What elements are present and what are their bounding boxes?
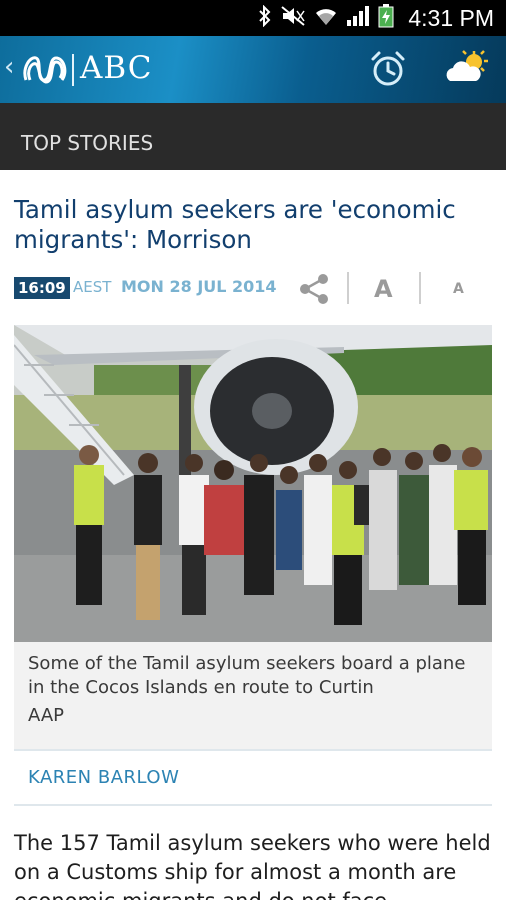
- weather-icon[interactable]: [444, 49, 488, 89]
- abc-logo[interactable]: [22, 50, 70, 88]
- signal-icon: [346, 5, 370, 31]
- photo-illustration: [14, 325, 492, 642]
- section-title[interactable]: TOP STORIES: [21, 131, 153, 155]
- alarm-clock-icon[interactable]: [369, 50, 407, 88]
- article-timezone: AEST: [73, 278, 112, 296]
- battery-icon: [378, 4, 394, 32]
- article-time: 16:09: [14, 277, 70, 299]
- byline-box: KAREN BARLOW: [14, 753, 492, 806]
- logo-divider: [72, 54, 74, 86]
- font-size-large-button[interactable]: A: [374, 275, 393, 303]
- wifi-icon: [314, 5, 338, 31]
- article-headline: Tamil asylum seekers are 'economic migra…: [14, 195, 456, 254]
- font-size-small-button[interactable]: A: [453, 281, 464, 297]
- article-body: The 157 Tamil asylum seekers who were he…: [14, 831, 491, 900]
- article-date: MON 28 JUL 2014: [121, 277, 277, 296]
- photo-caption-box: Some of the Tamil asylum seekers board a…: [14, 642, 492, 751]
- article-photo[interactable]: [14, 325, 492, 642]
- share-icon[interactable]: [297, 272, 331, 306]
- photo-credit: AAP: [28, 705, 64, 726]
- section-bar: TOP STORIES: [0, 103, 506, 170]
- brand-name: ABC: [80, 50, 153, 86]
- meta-divider: [419, 272, 421, 304]
- status-bar: 4:31 PM: [0, 0, 506, 36]
- photo-caption: Some of the Tamil asylum seekers board a…: [28, 653, 466, 698]
- app-bar: ‹ ABC: [0, 36, 506, 103]
- status-icons: 4:31 PM: [258, 0, 494, 36]
- chevron-left-icon[interactable]: ‹: [4, 54, 14, 80]
- status-time: 4:31 PM: [408, 4, 494, 31]
- article-meta: 16:09 AEST MON 28 JUL 2014 A A: [14, 272, 492, 306]
- meta-divider: [347, 272, 349, 304]
- article-byline[interactable]: KAREN BARLOW: [28, 767, 179, 788]
- bluetooth-icon: [258, 4, 272, 31]
- mute-icon: [280, 5, 306, 31]
